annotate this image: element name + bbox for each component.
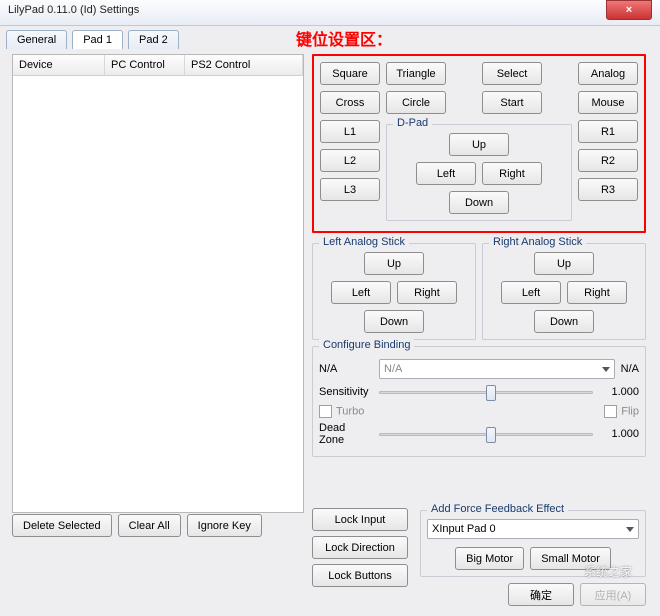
r3-button[interactable]: R3 [578, 178, 638, 201]
ff-legend: Add Force Feedback Effect [427, 503, 568, 515]
l2-button[interactable]: L2 [320, 149, 380, 172]
key-mapping-area: Square Triangle Select Analog Cross Circ… [312, 54, 646, 233]
analog-sticks: Left Analog Stick Up Left Right Down Righ… [312, 239, 646, 340]
lstick-right-button[interactable]: Right [397, 281, 457, 304]
binding-select[interactable]: N/A [379, 359, 615, 379]
chevron-down-icon [602, 367, 610, 372]
deadzone-value: 1.000 [599, 428, 639, 440]
dpad-legend: D-Pad [393, 117, 432, 129]
content-area: Device PC Control PS2 Control Delete Sel… [0, 48, 660, 64]
select-button[interactable]: Select [482, 62, 542, 85]
circle-button[interactable]: Circle [386, 91, 446, 114]
chevron-down-icon [626, 527, 634, 532]
close-button[interactable]: × [606, 0, 652, 20]
r2-button[interactable]: R2 [578, 149, 638, 172]
lstick-down-button[interactable]: Down [364, 310, 424, 333]
force-feedback-group: Add Force Feedback Effect XInput Pad 0 B… [420, 510, 646, 577]
square-button[interactable]: Square [320, 62, 380, 85]
bindings-list: Device PC Control PS2 Control [12, 54, 304, 513]
col-device[interactable]: Device [13, 55, 105, 75]
tab-bar: General Pad 1 Pad 2 键位设置区： [0, 26, 660, 48]
titlebar: LilyPad 0.11.0 (Id) Settings × [0, 0, 660, 26]
cross-button[interactable]: Cross [320, 91, 380, 114]
binding-label: N/A [319, 363, 373, 375]
dpad-group: D-Pad Up LeftRight Down [386, 124, 572, 221]
tab-general[interactable]: General [6, 30, 67, 49]
deadzone-slider[interactable] [379, 425, 593, 443]
big-motor-button[interactable]: Big Motor [455, 547, 524, 570]
list-header: Device PC Control PS2 Control [13, 55, 303, 76]
rstick-up-button[interactable]: Up [534, 252, 594, 275]
right-panel: Square Triangle Select Analog Cross Circ… [312, 54, 646, 457]
right-stick-group: Right Analog Stick Up LeftRight Down [482, 243, 646, 340]
left-stick-legend: Left Analog Stick [319, 236, 409, 248]
dialog-buttons: 确定 应用(A) [508, 583, 646, 606]
start-button[interactable]: Start [482, 91, 542, 114]
configure-legend: Configure Binding [319, 339, 414, 351]
lock-buttons-button[interactable]: Lock Buttons [312, 564, 408, 587]
rstick-left-button[interactable]: Left [501, 281, 561, 304]
rstick-right-button[interactable]: Right [567, 281, 627, 304]
l1-button[interactable]: L1 [320, 120, 380, 143]
annotation-label: 键位设置区： [296, 26, 392, 50]
tab-pad2[interactable]: Pad 2 [128, 30, 179, 49]
left-stick-group: Left Analog Stick Up LeftRight Down [312, 243, 476, 340]
dpad-right-button[interactable]: Right [482, 162, 542, 185]
dpad-down-button[interactable]: Down [449, 191, 509, 214]
sensitivity-slider[interactable] [379, 383, 593, 401]
col-ps2-control[interactable]: PS2 Control [185, 55, 303, 75]
analog-button[interactable]: Analog [578, 62, 638, 85]
list-actions: Delete Selected Clear All Ignore Key [12, 514, 262, 537]
dpad-up-button[interactable]: Up [449, 133, 509, 156]
tab-pad1[interactable]: Pad 1 [72, 30, 123, 49]
rstick-down-button[interactable]: Down [534, 310, 594, 333]
lstick-left-button[interactable]: Left [331, 281, 391, 304]
mouse-button[interactable]: Mouse [578, 91, 638, 114]
turbo-checkbox[interactable]: Turbo [319, 405, 364, 418]
col-pc-control[interactable]: PC Control [105, 55, 185, 75]
r1-button[interactable]: R1 [578, 120, 638, 143]
delete-selected-button[interactable]: Delete Selected [12, 514, 112, 537]
configure-binding-group: Configure Binding N/A N/A N/A Sensitivit… [312, 346, 646, 457]
deadzone-label: Dead Zone [319, 422, 373, 446]
lstick-up-button[interactable]: Up [364, 252, 424, 275]
lock-buttons-column: Lock Input Lock Direction Lock Buttons [312, 508, 408, 587]
close-icon: × [626, 4, 632, 16]
ignore-key-button[interactable]: Ignore Key [187, 514, 262, 537]
list-body[interactable] [13, 76, 303, 512]
l3-button[interactable]: L3 [320, 178, 380, 201]
right-stick-legend: Right Analog Stick [489, 236, 586, 248]
apply-button[interactable]: 应用(A) [580, 583, 646, 606]
small-motor-button[interactable]: Small Motor [530, 547, 611, 570]
triangle-button[interactable]: Triangle [386, 62, 446, 85]
flip-checkbox[interactable]: Flip [604, 405, 639, 418]
lock-input-button[interactable]: Lock Input [312, 508, 408, 531]
sensitivity-label: Sensitivity [319, 386, 373, 398]
binding-suffix: N/A [621, 363, 639, 375]
clear-all-button[interactable]: Clear All [118, 514, 181, 537]
ff-device-select[interactable]: XInput Pad 0 [427, 519, 639, 539]
window-title: LilyPad 0.11.0 (Id) Settings [8, 4, 139, 16]
lock-direction-button[interactable]: Lock Direction [312, 536, 408, 559]
sensitivity-value: 1.000 [599, 386, 639, 398]
ok-button[interactable]: 确定 [508, 583, 574, 606]
dpad-left-button[interactable]: Left [416, 162, 476, 185]
